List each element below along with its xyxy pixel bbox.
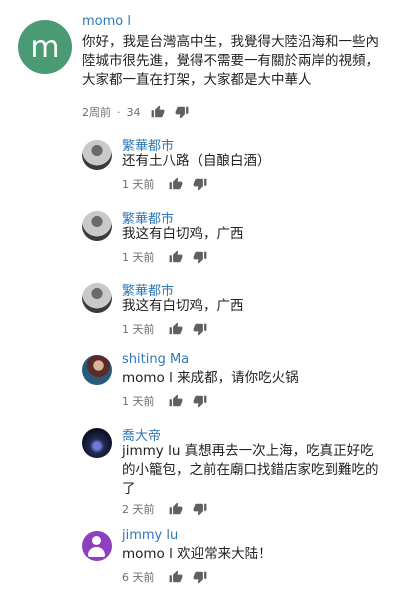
comment-author[interactable]: jimmy lu [122,528,178,543]
avatar-letter: m [30,29,60,65]
comment-time: 6 天前 [122,571,155,584]
comment-time: 1 天前 [122,323,155,336]
comment-meta: 1 天前 [122,249,207,265]
comment-time: 1 天前 [122,395,155,408]
comment-text: 还有土八路（自酿白酒） [122,153,271,169]
comment-meta: 1 天前 [122,321,207,337]
thumbs-down-icon[interactable] [193,177,207,191]
avatar[interactable]: m [18,20,72,74]
comment-meta: 2 天前 [122,501,207,517]
like-count: 34 [126,105,141,119]
avatar[interactable] [82,283,112,313]
thumbs-up-icon[interactable] [169,322,183,336]
thumbs-down-icon[interactable] [193,570,207,584]
comment-meta: 2周前 · 34 [82,104,189,120]
avatar[interactable] [82,531,112,561]
thumbs-down-icon[interactable] [193,502,207,516]
avatar[interactable] [82,140,112,170]
avatar[interactable] [82,355,112,385]
thumbs-down-icon[interactable] [193,250,207,264]
comment-text: jimmy lu 真想再去一次上海，吃真正好吃的小籠包，之前在廟口找錯店家吃到難… [122,443,379,497]
thumbs-up-icon[interactable] [169,502,183,516]
comment-meta: 6 天前 [122,569,207,585]
comment-text: 你好，我是台灣高中生，我覺得大陸沿海和一些內陸城市很先進，覺得不需要一有關於兩岸… [82,34,379,88]
thumbs-down-icon[interactable] [175,105,189,119]
comment-meta: 1 天前 [122,176,207,192]
reply-6: jimmy lu momo l 欢迎常来大陆！ 6 天前 [0,523,400,593]
comment-author[interactable]: momo l [82,14,131,29]
user-icon [92,536,101,545]
user-icon-body [88,547,105,557]
comment-author[interactable]: shiting Ma [122,352,189,367]
comment-time: 2 天前 [122,503,155,516]
thumbs-up-icon[interactable] [169,250,183,264]
comment-text: momo l 来成都，请你吃火锅 [122,370,299,386]
comment-text: 我这有白切鸡，广西 [122,298,244,314]
avatar[interactable] [82,211,112,241]
thumbs-down-icon[interactable] [193,394,207,408]
thumbs-up-icon[interactable] [151,105,165,119]
comment-time: 2周前 [82,106,111,119]
reply-4: shiting Ma momo l 来成都，请你吃火锅 1 天前 [0,347,400,415]
reply-5: 喬大帝 jimmy lu 真想再去一次上海，吃真正好吃的小籠包，之前在廟口找錯店… [0,420,400,520]
comment-time: 1 天前 [122,251,155,264]
reply-1: 繁華都市 还有土八路（自酿白酒） 1 天前 [0,130,400,198]
comment-text: 我这有白切鸡，广西 [122,226,244,242]
comment-time: 1 天前 [122,178,155,191]
separator: · [117,105,121,119]
comment-text: momo l 欢迎常来大陆！ [122,546,272,562]
avatar[interactable] [82,428,112,458]
thumbs-down-icon[interactable] [193,322,207,336]
thumbs-up-icon[interactable] [169,570,183,584]
comment-main: m momo l 你好，我是台灣高中生，我覺得大陸沿海和一些內陸城市很先進，覺得… [0,0,400,125]
thumbs-up-icon[interactable] [169,394,183,408]
reply-2: 繁華都市 我这有白切鸡，广西 1 天前 [0,203,400,271]
reply-3: 繁華都市 我这有白切鸡，广西 1 天前 [0,275,400,343]
thumbs-up-icon[interactable] [169,177,183,191]
comment-meta: 1 天前 [122,393,207,409]
